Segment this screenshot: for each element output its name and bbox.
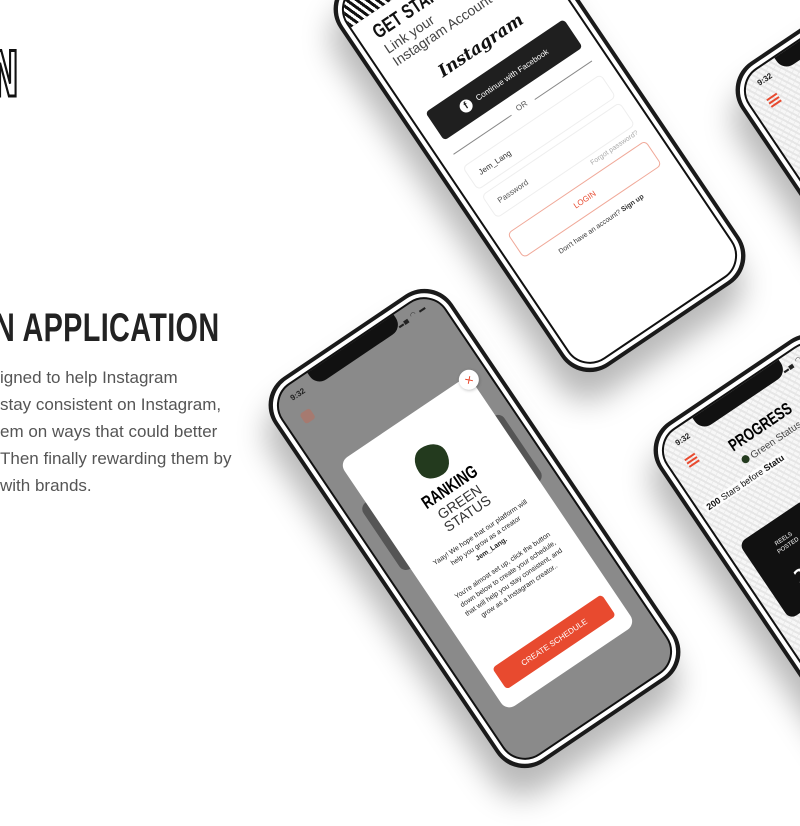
notch: [772, 0, 800, 71]
or-label: OR: [506, 93, 536, 118]
brand-logo: N: [0, 37, 19, 113]
phone-progress: 9:32 ▂▄ ◠ ▬ PROGRESS Green Status 200 St…: [639, 320, 800, 826]
facebook-icon: f: [456, 96, 475, 115]
signal-wifi-battery-icon: ▂▄ ◠ ▬: [395, 303, 428, 328]
status-time: 9:32: [673, 430, 692, 448]
progress-screen: 9:32 ▂▄ ◠ ▬ PROGRESS Green Status 200 St…: [650, 331, 800, 815]
close-icon[interactable]: ×: [454, 365, 483, 394]
menu-icon: [298, 407, 316, 424]
section-heading: N APPLICATION: [0, 306, 220, 350]
create-schedule-button[interactable]: CREATE SCHEDULE: [491, 593, 616, 690]
reels-posted-card: REELS POSTED 2/: [738, 498, 800, 620]
status-time: 9:32: [288, 385, 307, 403]
green-dot-icon: [739, 453, 751, 465]
sign-up-link[interactable]: Sign up: [620, 193, 645, 213]
section-description: igned to help Instagram stay consistent o…: [0, 368, 232, 495]
hamburger-menu-icon[interactable]: [765, 92, 782, 108]
status-time: 9:32: [755, 70, 774, 88]
notch: [305, 312, 402, 386]
